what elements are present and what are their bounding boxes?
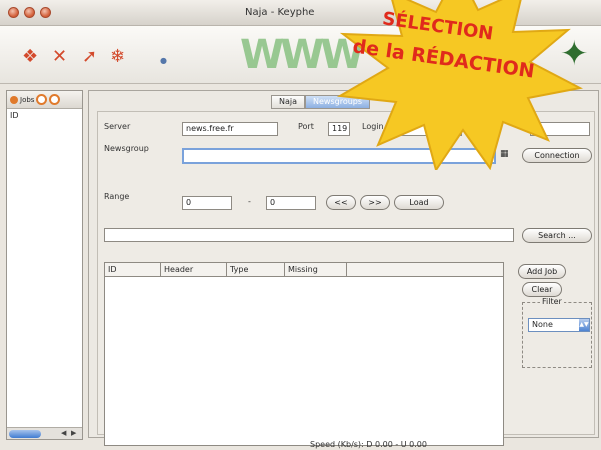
zoom-window-button[interactable] <box>40 7 51 18</box>
close-x-icon[interactable]: ✕ <box>52 46 67 67</box>
jobs-panel: Jobs ID ◀ ▶ <box>6 90 83 440</box>
add-job-button[interactable]: Add Job <box>518 264 566 279</box>
wrench-icon[interactable]: ❄ <box>110 46 125 67</box>
minimize-window-button[interactable] <box>24 7 35 18</box>
chevron-down-icon: ▲▼ <box>579 319 589 331</box>
prev-range-button[interactable]: << <box>326 195 356 210</box>
filter-group <box>522 302 592 368</box>
range-label: Range <box>104 192 130 201</box>
scroll-left-icon[interactable]: ◀ <box>61 429 66 437</box>
range-separator: - <box>248 197 251 206</box>
port-label: Port <box>298 122 314 131</box>
arrow-icon[interactable]: ➚ <box>82 46 97 67</box>
search-button[interactable]: Search ... <box>522 228 592 243</box>
jobs-toggle-a[interactable] <box>36 94 48 105</box>
filter-select[interactable]: None ▲▼ <box>528 318 590 332</box>
dot-icon: ● <box>160 56 167 65</box>
jobs-scrollbar[interactable]: ◀ ▶ <box>7 427 82 439</box>
server-label: Server <box>104 122 131 131</box>
jobs-column-header: ID <box>10 111 19 120</box>
filter-select-value: None <box>532 320 553 329</box>
results-table[interactable]: ID Header Type Missing <box>104 262 504 446</box>
scroll-right-icon[interactable]: ▶ <box>71 429 76 437</box>
jobs-toggle-b[interactable] <box>49 94 61 105</box>
speed-status: Speed (Kb/s): D 0.00 - U 0.00 <box>310 440 427 449</box>
load-button[interactable]: Load <box>394 195 444 210</box>
newsgroup-label: Newsgroup <box>104 144 149 153</box>
scroll-thumb[interactable] <box>9 430 41 438</box>
column-header-id[interactable]: ID <box>105 263 161 276</box>
column-header-type[interactable]: Type <box>227 263 285 276</box>
column-header-header[interactable]: Header <box>161 263 227 276</box>
filter-label: Filter <box>540 297 564 306</box>
server-field[interactable]: news.free.fr <box>182 122 278 136</box>
close-window-button[interactable] <box>8 7 19 18</box>
jobs-icon <box>10 95 18 104</box>
clear-button[interactable]: Clear <box>522 282 562 297</box>
pin-icon[interactable]: ❖ <box>22 46 38 67</box>
range-to-field[interactable]: 0 <box>266 196 316 210</box>
jobs-label: Jobs <box>20 95 35 104</box>
window-title: Naja - Keyphe <box>245 7 315 18</box>
next-range-button[interactable]: >> <box>360 195 390 210</box>
search-field[interactable] <box>104 228 514 242</box>
column-header-missing[interactable]: Missing <box>285 263 347 276</box>
tab-naja[interactable]: Naja <box>271 95 306 109</box>
jobs-bar: Jobs <box>7 91 82 109</box>
table-header: ID Header Type Missing <box>105 263 503 277</box>
range-from-field[interactable]: 0 <box>182 196 232 210</box>
